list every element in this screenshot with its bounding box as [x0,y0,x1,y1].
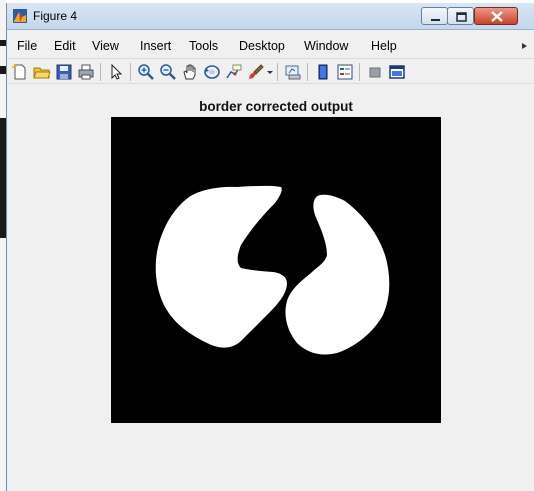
menu-edit[interactable]: Edit [54,39,76,53]
window-title: Figure 4 [33,9,78,23]
show-plot-tools-icon[interactable] [388,63,406,81]
menu-file[interactable]: File [17,39,37,53]
figure-toolbar [7,58,534,84]
matlab-logo-icon [13,9,27,23]
menu-bar: File Edit View Insert Tools Desktop Wind… [7,36,534,56]
binary-lung-image [111,117,441,423]
toolbar-separator [100,63,101,81]
open-file-icon[interactable] [33,63,51,81]
zoom-out-icon[interactable] [159,63,177,81]
legend-icon[interactable] [336,63,354,81]
link-plot-icon[interactable] [284,63,302,81]
minimize-button[interactable] [421,7,448,25]
menu-help[interactable]: Help [371,39,397,53]
toolbar-separator [307,63,308,81]
plot-title: border corrected output [199,99,353,114]
chevron-down-icon[interactable] [266,63,274,81]
menu-tools[interactable]: Tools [189,39,218,53]
colorbar-icon[interactable] [314,63,332,81]
maximize-button[interactable] [447,7,474,25]
close-button[interactable] [474,7,518,25]
save-icon[interactable] [55,63,73,81]
maximize-icon [456,12,467,22]
toolbar-separator [359,63,360,81]
pointer-icon[interactable] [107,63,125,81]
print-icon[interactable] [77,63,95,81]
pan-hand-icon[interactable] [181,63,199,81]
close-icon [491,11,503,22]
zoom-in-icon[interactable] [137,63,155,81]
rotate-3d-icon[interactable] [203,63,221,81]
toolbar-separator [277,63,278,81]
new-figure-icon[interactable] [11,63,29,81]
menu-view[interactable]: View [92,39,119,53]
figure-window: Figure 4 File Edit View Insert Tools Des… [6,3,534,491]
title-bar[interactable]: Figure 4 [7,3,534,30]
image-axes[interactable] [111,117,441,423]
minimize-icon [431,19,440,21]
menu-desktop[interactable]: Desktop [239,39,285,53]
menu-window[interactable]: Window [304,39,348,53]
brush-icon[interactable] [247,63,265,81]
toolbar-separator [130,63,131,81]
data-cursor-icon[interactable] [225,63,243,81]
menu-insert[interactable]: Insert [140,39,171,53]
chevron-right-icon[interactable] [521,42,529,50]
hide-plot-tools-icon[interactable] [366,63,384,81]
